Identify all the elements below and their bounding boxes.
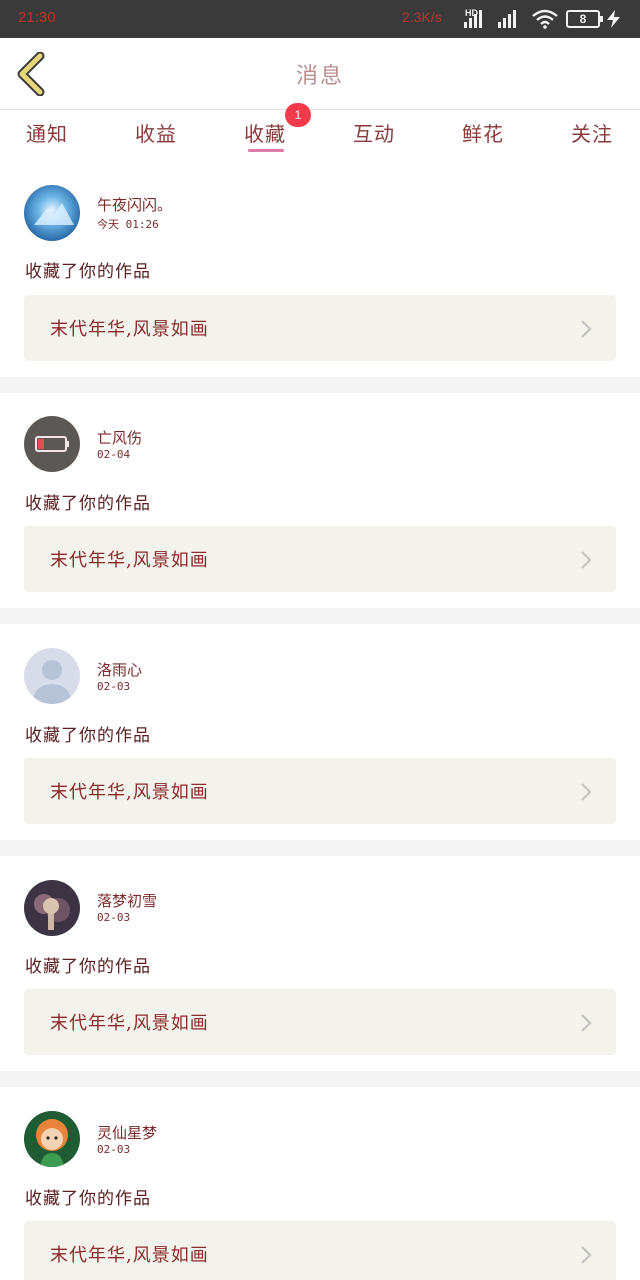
battery-icon: 8 <box>566 10 603 28</box>
signal-icons <box>464 8 516 28</box>
tab-favorites[interactable]: 收藏 <box>244 118 286 147</box>
signal-icon <box>464 8 482 28</box>
username[interactable]: 亡风伤 <box>97 427 142 448</box>
username[interactable]: 落梦初雪 <box>97 890 157 911</box>
action-text: 收藏了你的作品 <box>25 726 151 746</box>
tab-interaction[interactable]: 互动 <box>353 118 395 147</box>
work-card[interactable]: 末代年华,风景如画 <box>24 758 616 824</box>
tab-notice[interactable]: 通知 <box>26 118 68 147</box>
username[interactable]: 洛雨心 <box>97 659 142 680</box>
avatar[interactable] <box>24 185 80 241</box>
work-card[interactable]: 末代年华,风景如画 <box>24 295 616 361</box>
divider <box>0 608 640 624</box>
message-time: 02-03 <box>97 1143 131 1156</box>
divider <box>0 377 640 393</box>
username[interactable]: 灵仙星梦 <box>97 1122 157 1143</box>
avatar[interactable] <box>24 416 80 472</box>
message-time: 02-03 <box>97 680 131 693</box>
divider <box>0 840 640 856</box>
work-card[interactable]: 末代年华,风景如画 <box>24 1221 616 1280</box>
app-header: 消息 <box>0 38 640 110</box>
page-title: 消息 <box>295 64 344 89</box>
action-text: 收藏了你的作品 <box>25 957 151 977</box>
work-title: 末代年华,风景如画 <box>50 319 209 340</box>
tab-flowers[interactable]: 鲜花 <box>462 118 504 147</box>
message-time: 02-03 <box>97 911 131 924</box>
work-title: 末代年华,风景如画 <box>50 550 209 571</box>
avatar[interactable] <box>24 1111 80 1167</box>
work-card[interactable]: 末代年华,风景如画 <box>24 989 616 1055</box>
tab-follow[interactable]: 关注 <box>571 118 613 147</box>
work-card[interactable]: 末代年华,风景如画 <box>24 526 616 592</box>
action-text: 收藏了你的作品 <box>25 494 151 514</box>
avatar[interactable] <box>24 648 80 704</box>
network-speed: 2.3K/s <box>402 9 442 25</box>
action-text: 收藏了你的作品 <box>25 1189 151 1209</box>
action-text: 收藏了你的作品 <box>25 262 151 282</box>
wifi-icon <box>532 9 558 29</box>
chevron-right-icon <box>581 783 592 801</box>
message-time: 今天 01:26 <box>97 218 159 231</box>
chevron-right-icon <box>581 551 592 569</box>
avatar[interactable] <box>24 880 80 936</box>
divider <box>0 1071 640 1087</box>
signal-icon <box>498 8 516 28</box>
notification-badge: 1 <box>285 103 311 127</box>
battery-level: 8 <box>579 12 587 26</box>
message-time: 02-04 <box>97 448 131 461</box>
work-title: 末代年华,风景如画 <box>50 1013 209 1034</box>
tab-bar: 通知 收益 收藏 互动 鲜花 关注 <box>0 110 640 156</box>
chevron-right-icon <box>581 1246 592 1264</box>
active-tab-indicator <box>248 149 284 152</box>
status-time: 21:30 <box>18 9 56 26</box>
charging-icon <box>607 10 620 28</box>
username[interactable]: 午夜闪闪。 <box>97 194 172 215</box>
status-bar: 21:30 2.3K/s HD 8 <box>0 0 640 38</box>
tab-earnings[interactable]: 收益 <box>135 118 177 147</box>
chevron-right-icon <box>581 1014 592 1032</box>
work-title: 末代年华,风景如画 <box>50 1245 209 1266</box>
chevron-right-icon <box>581 320 592 338</box>
work-title: 末代年华,风景如画 <box>50 782 209 803</box>
